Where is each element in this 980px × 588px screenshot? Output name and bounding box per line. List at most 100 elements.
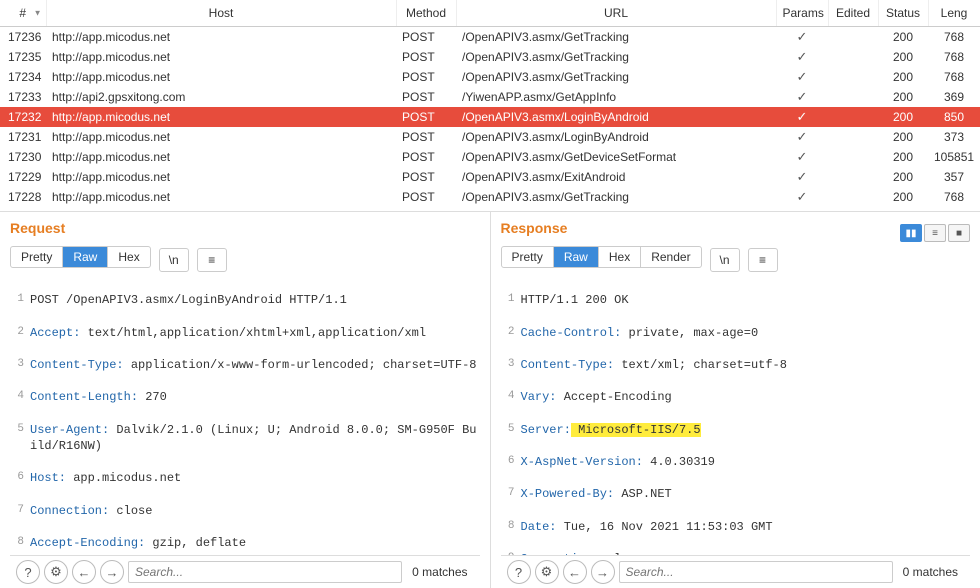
table-row[interactable]: 17232http://app.micodus.netPOST/OpenAPIV… (0, 107, 980, 127)
cell-leng: 105851 (928, 147, 980, 167)
cell-status: 200 (878, 47, 928, 67)
cell-edited (828, 187, 878, 207)
table-header-row: #▼ Host Method URL Params Edited Status … (0, 0, 980, 26)
table-row[interactable]: 17233http://api2.gpsxitong.comPOST/Yiwen… (0, 87, 980, 107)
cell-status: 200 (878, 107, 928, 127)
tab-pretty[interactable]: Pretty (11, 247, 63, 267)
request-matches: 0 matches (406, 565, 473, 579)
cell-num: 17229 (0, 167, 46, 187)
cell-edited (828, 26, 878, 47)
cell-host: http://app.micodus.net (46, 167, 396, 187)
arrow-right-icon[interactable]: → (100, 560, 124, 584)
cell-host: http://app.micodus.net (46, 147, 396, 167)
request-title: Request (10, 220, 480, 236)
cell-num: 17232 (0, 107, 46, 127)
cell-status: 200 (878, 127, 928, 147)
arrow-left-icon[interactable]: ← (563, 560, 587, 584)
tab-hex[interactable]: Hex (108, 247, 149, 267)
col-edited[interactable]: Edited (828, 0, 878, 26)
arrow-left-icon[interactable]: ← (72, 560, 96, 584)
cell-num: 17231 (0, 127, 46, 147)
cell-method: POST (396, 147, 456, 167)
cell-params: ✓ (776, 147, 828, 167)
response-tabs: Pretty Raw Hex Render (501, 246, 702, 268)
col-status[interactable]: Status (878, 0, 928, 26)
cell-method: POST (396, 26, 456, 47)
cell-status: 200 (878, 187, 928, 207)
cell-leng: 850 (928, 107, 980, 127)
cell-method: POST (396, 107, 456, 127)
col-num[interactable]: #▼ (0, 0, 46, 26)
response-search-input[interactable] (619, 561, 893, 583)
response-title: Response (501, 220, 568, 236)
cell-num: 17228 (0, 187, 46, 207)
tab-pretty[interactable]: Pretty (502, 247, 554, 267)
cell-num: 17230 (0, 147, 46, 167)
cell-url: /OpenAPIV3.asmx/GetTracking (456, 67, 776, 87)
col-leng[interactable]: Leng (928, 0, 980, 26)
request-body[interactable]: 1POST /OpenAPIV3.asmx/LoginByAndroid HTT… (10, 274, 480, 555)
cell-method: POST (396, 127, 456, 147)
chevron-down-icon[interactable]: ▼ (34, 8, 42, 17)
request-panel: Request Pretty Raw Hex \n ≡ 1POST /OpenA… (0, 212, 491, 588)
cell-edited (828, 67, 878, 87)
tab-hex[interactable]: Hex (599, 247, 641, 267)
tab-render[interactable]: Render (641, 247, 700, 267)
col-method[interactable]: Method (396, 0, 456, 26)
cell-params: ✓ (776, 107, 828, 127)
cell-method: POST (396, 87, 456, 107)
cell-leng: 373 (928, 127, 980, 147)
cell-params: ✓ (776, 167, 828, 187)
linewrap-toggle[interactable]: \n (159, 248, 189, 272)
cell-edited (828, 107, 878, 127)
cell-host: http://app.micodus.net (46, 187, 396, 207)
tab-raw[interactable]: Raw (554, 247, 599, 267)
hamburger-icon[interactable]: ≡ (197, 248, 227, 272)
arrow-right-icon[interactable]: → (591, 560, 615, 584)
table-row[interactable]: 17234http://app.micodus.netPOST/OpenAPIV… (0, 67, 980, 87)
cell-url: /YiwenAPP.asmx/GetAppInfo (456, 87, 776, 107)
cell-method: POST (396, 187, 456, 207)
cell-params: ✓ (776, 127, 828, 147)
response-body[interactable]: 1HTTP/1.1 200 OK 2Cache-Control: private… (501, 274, 971, 555)
table-row[interactable]: 17229http://app.micodus.netPOST/OpenAPIV… (0, 167, 980, 187)
col-url[interactable]: URL (456, 0, 776, 26)
table-row[interactable]: 17228http://app.micodus.netPOST/OpenAPIV… (0, 187, 980, 207)
linewrap-toggle[interactable]: \n (710, 248, 740, 272)
cell-num: 17233 (0, 87, 46, 107)
cell-leng: 768 (928, 47, 980, 67)
table-row[interactable]: 17230http://app.micodus.netPOST/OpenAPIV… (0, 147, 980, 167)
cell-method: POST (396, 47, 456, 67)
layout-columns-icon[interactable]: ▮▮ (900, 224, 922, 242)
layout-rows-icon[interactable]: ≡ (924, 224, 946, 242)
layout-single-icon[interactable]: ■ (948, 224, 970, 242)
help-icon[interactable]: ? (507, 560, 531, 584)
gear-icon[interactable]: ⚙ (44, 560, 68, 584)
col-host[interactable]: Host (46, 0, 396, 26)
cell-params: ✓ (776, 187, 828, 207)
request-search-input[interactable] (128, 561, 402, 583)
table-row[interactable]: 17235http://app.micodus.netPOST/OpenAPIV… (0, 47, 980, 67)
help-icon[interactable]: ? (16, 560, 40, 584)
view-layout-buttons: ▮▮ ≡ ■ (900, 224, 970, 242)
tab-raw[interactable]: Raw (63, 247, 108, 267)
gear-icon[interactable]: ⚙ (535, 560, 559, 584)
table-row[interactable]: 17231http://app.micodus.netPOST/OpenAPIV… (0, 127, 980, 147)
cell-status: 200 (878, 167, 928, 187)
cell-status: 200 (878, 67, 928, 87)
cell-edited (828, 127, 878, 147)
cell-params: ✓ (776, 67, 828, 87)
request-table[interactable]: #▼ Host Method URL Params Edited Status … (0, 0, 980, 212)
table-row[interactable]: 17236http://app.micodus.netPOST/OpenAPIV… (0, 26, 980, 47)
cell-url: /OpenAPIV3.asmx/GetTracking (456, 187, 776, 207)
col-params[interactable]: Params (776, 0, 828, 26)
cell-params: ✓ (776, 87, 828, 107)
cell-url: /OpenAPIV3.asmx/GetTracking (456, 47, 776, 67)
cell-edited (828, 147, 878, 167)
cell-leng: 768 (928, 67, 980, 87)
request-table-container: #▼ Host Method URL Params Edited Status … (0, 0, 980, 212)
cell-status: 200 (878, 26, 928, 47)
cell-edited (828, 87, 878, 107)
hamburger-icon[interactable]: ≡ (748, 248, 778, 272)
cell-host: http://app.micodus.net (46, 47, 396, 67)
